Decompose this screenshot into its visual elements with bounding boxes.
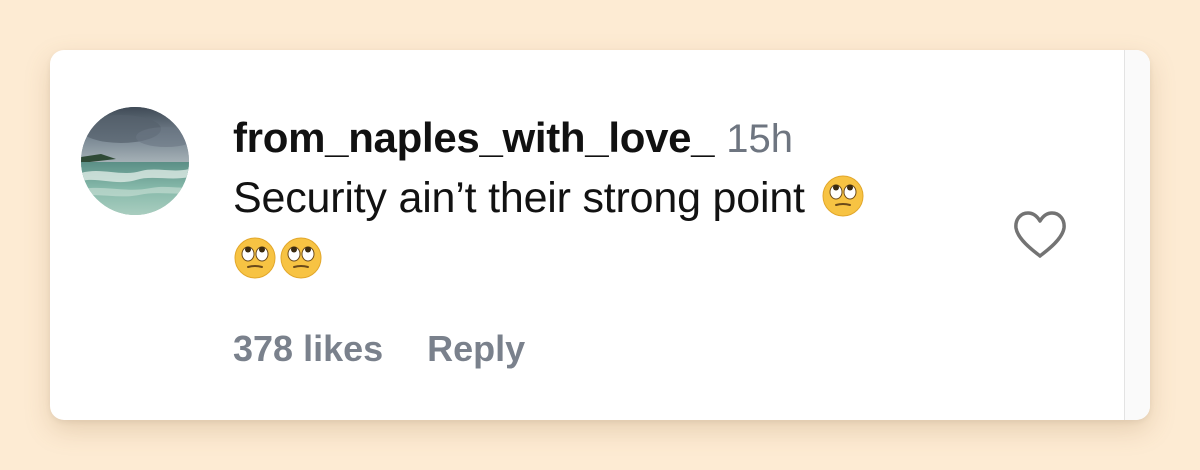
scrollbar[interactable] [1124,50,1150,420]
reply-button[interactable]: Reply [427,328,525,370]
comment-actions: 378 likes Reply [233,328,525,370]
comment-header: from_naples_with_love_ 15h [233,114,993,163]
heart-outline-icon [1014,211,1066,258]
rolling-eyes-emoji [280,237,322,279]
likes-count[interactable]: 378 likes [233,328,383,370]
beach-photo-avatar [81,107,189,215]
like-button[interactable] [1012,210,1068,260]
emoji-row [233,229,993,291]
avatar[interactable] [81,107,189,215]
timestamp[interactable]: 15h [726,115,793,163]
comment-text: Security ain’t their strong point [233,167,993,291]
rolling-eyes-emoji [822,175,864,217]
username[interactable]: from_naples_with_love_ [233,114,715,162]
rolling-eyes-emoji [234,237,276,279]
comment-card: from_naples_with_love_ 15h Security ain’… [50,50,1150,420]
comment-body: from_naples_with_love_ 15h Security ain’… [233,114,993,291]
comment-text-content: Security ain’t their strong point [233,174,805,222]
